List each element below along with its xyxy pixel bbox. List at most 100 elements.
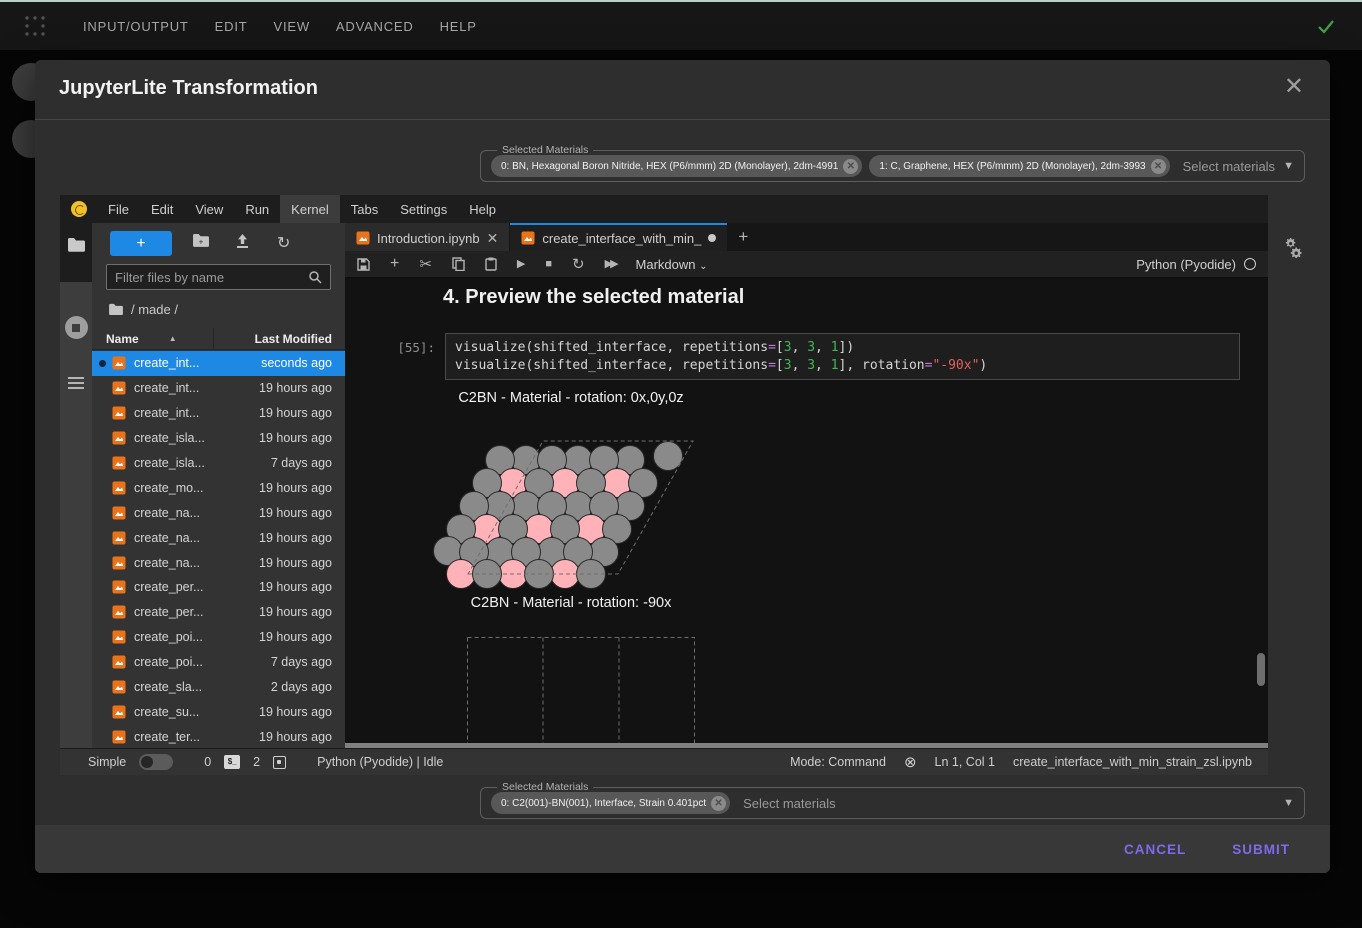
save-icon[interactable] (357, 258, 370, 271)
new-launcher-button[interactable]: + (110, 231, 172, 256)
filter-box (106, 264, 331, 290)
notebook-icon (112, 605, 126, 619)
cursor-position[interactable]: Ln 1, Col 1 (935, 755, 995, 769)
command-mode-indicator[interactable]: Mode: Command (790, 755, 886, 769)
output-selected-materials-field: Selected Materials 0: C2(001)-BN(001), I… (480, 781, 1305, 819)
file-row[interactable]: create_int... seconds ago (92, 351, 345, 376)
table-of-contents-tab[interactable] (60, 374, 92, 392)
material-chip[interactable]: 1: C, Graphene, HEX (P6/mmm) 2D (Monolay… (869, 155, 1169, 177)
refresh-icon[interactable]: ↻ (277, 233, 290, 253)
code-editor[interactable]: visualize(shifted_interface, repetitions… (445, 333, 1240, 380)
widget-settings-icon[interactable] (1282, 236, 1304, 263)
app-menu-item[interactable]: INPUT/OUTPUT (70, 13, 202, 40)
notebook-icon (112, 705, 126, 719)
copy-icon[interactable] (452, 257, 465, 271)
kernel-status-text[interactable]: Python (Pyodide) | Idle (317, 755, 443, 769)
cut-icon[interactable]: ✂ (419, 257, 432, 272)
search-icon (308, 270, 322, 284)
modified-dot-icon (99, 360, 106, 367)
code-cell[interactable]: [55]: visualize(shifted_interface, repet… (393, 333, 1240, 380)
file-row[interactable]: create_poi... 7 days ago (92, 650, 345, 675)
jupyter-menu-item[interactable]: File (97, 195, 140, 223)
terminal-count: 0 (204, 755, 211, 769)
cell-type-select[interactable]: Markdown ⌄ (636, 257, 708, 272)
stop-icon[interactable]: ■ (545, 259, 552, 270)
add-tab-button[interactable]: + (728, 223, 758, 251)
file-row[interactable]: create_poi... 19 hours ago (92, 625, 345, 650)
atom (654, 442, 683, 471)
simple-mode-label: Simple (88, 755, 126, 769)
app-menu-item[interactable]: VIEW (260, 13, 322, 40)
notebook-icon (112, 481, 126, 495)
file-row[interactable]: create_int... 19 hours ago (92, 376, 345, 401)
notebook-icon (112, 655, 126, 669)
kernel-chip-icon[interactable] (273, 756, 286, 769)
insert-cell-icon[interactable]: + (390, 256, 399, 272)
app-menu-item[interactable]: ADVANCED (323, 13, 427, 40)
file-list-header: Name ▲ Last Modified (92, 328, 345, 350)
stop-circle-icon (65, 316, 88, 339)
jupyter-menu-item[interactable]: Help (458, 195, 507, 223)
upload-icon[interactable] (235, 233, 250, 254)
file-row[interactable]: create_int... 19 hours ago (92, 401, 345, 426)
notebook-icon (112, 406, 126, 420)
chip-remove-icon[interactable]: ✕ (711, 796, 726, 811)
restart-run-all-icon[interactable]: ▶▶ (605, 259, 616, 270)
file-row[interactable]: create_isla... 19 hours ago (92, 426, 345, 451)
chevron-down-icon[interactable]: ▼ (1283, 160, 1294, 172)
dialog-title: JupyterLite Transformation (59, 77, 318, 100)
submit-button[interactable]: SUBMIT (1216, 834, 1306, 865)
tab-close-icon[interactable]: ✕ (487, 230, 499, 247)
file-row[interactable]: create_ter... 19 hours ago (92, 724, 345, 748)
restart-kernel-icon[interactable]: ↻ (572, 257, 585, 272)
file-row[interactable]: create_na... 19 hours ago (92, 500, 345, 525)
breadcrumb[interactable]: / made / (108, 299, 178, 319)
paste-icon[interactable] (485, 257, 497, 271)
tab-introduction[interactable]: Introduction.ipynb ✕ (345, 223, 509, 251)
file-row[interactable]: create_per... 19 hours ago (92, 600, 345, 625)
jupyter-menu-item[interactable]: Tabs (340, 195, 389, 223)
file-row[interactable]: create_na... 19 hours ago (92, 525, 345, 550)
app-menu-item[interactable]: EDIT (202, 13, 261, 40)
close-icon[interactable]: ✕ (1284, 75, 1304, 99)
jupyter-menu-item[interactable]: Edit (140, 195, 184, 223)
app-menu-item[interactable]: HELP (427, 13, 490, 40)
column-last-modified[interactable]: Last Modified (213, 328, 345, 350)
tab-create-interface[interactable]: create_interface_with_min_ (510, 223, 727, 251)
viz1-title: C2BN - Material - rotation: 0x,0y,0z (375, 390, 767, 406)
file-browser-tab[interactable] (60, 237, 92, 253)
notebook-icon (521, 231, 535, 245)
jupyter-menu-item[interactable]: Kernel (280, 195, 340, 223)
jupyter-menu-item[interactable]: Run (234, 195, 280, 223)
column-name[interactable]: Name (92, 332, 139, 346)
file-row[interactable]: create_su... 19 hours ago (92, 699, 345, 724)
vertical-scrollbar[interactable] (1257, 653, 1265, 686)
material-chip[interactable]: 0: BN, Hexagonal Boron Nitride, HEX (P6/… (491, 155, 862, 177)
jupyter-menu-item[interactable]: Settings (389, 195, 458, 223)
chip-remove-icon[interactable]: ✕ (1151, 159, 1166, 174)
file-row[interactable]: create_isla... 7 days ago (92, 451, 345, 476)
file-row[interactable]: create_per... 19 hours ago (92, 575, 345, 600)
terminal-icon[interactable]: $_ (224, 755, 240, 769)
run-icon[interactable]: ▶ (517, 259, 525, 270)
cancel-button[interactable]: CANCEL (1108, 834, 1202, 865)
app-grid-icon[interactable] (22, 13, 48, 39)
chip-remove-icon[interactable]: ✕ (843, 159, 858, 174)
filter-files-input[interactable] (115, 270, 308, 285)
dialog-header: JupyterLite Transformation ✕ (35, 60, 1330, 120)
jupyter-menu-item[interactable]: View (184, 195, 234, 223)
new-folder-icon[interactable]: + (192, 233, 210, 253)
file-row[interactable]: create_na... 19 hours ago (92, 550, 345, 575)
input-selected-materials-field: Selected Materials 0: BN, Hexagonal Boro… (480, 144, 1305, 182)
file-row[interactable]: create_sla... 2 days ago (92, 675, 345, 700)
cell-prompt: [55]: (393, 333, 435, 380)
kernel-name[interactable]: Python (Pyodide) (1136, 257, 1256, 272)
running-sessions-tab[interactable] (60, 316, 92, 339)
select-materials-placeholder[interactable]: Select materials (743, 796, 835, 811)
file-row[interactable]: create_mo... 19 hours ago (92, 475, 345, 500)
simple-mode-toggle[interactable] (139, 754, 173, 770)
select-materials-placeholder[interactable]: Select materials (1183, 159, 1275, 174)
material-chip[interactable]: 0: C2(001)-BN(001), Interface, Strain 0.… (491, 792, 730, 814)
chevron-down-icon[interactable]: ▼ (1283, 797, 1294, 809)
notebook-icon (112, 680, 126, 694)
